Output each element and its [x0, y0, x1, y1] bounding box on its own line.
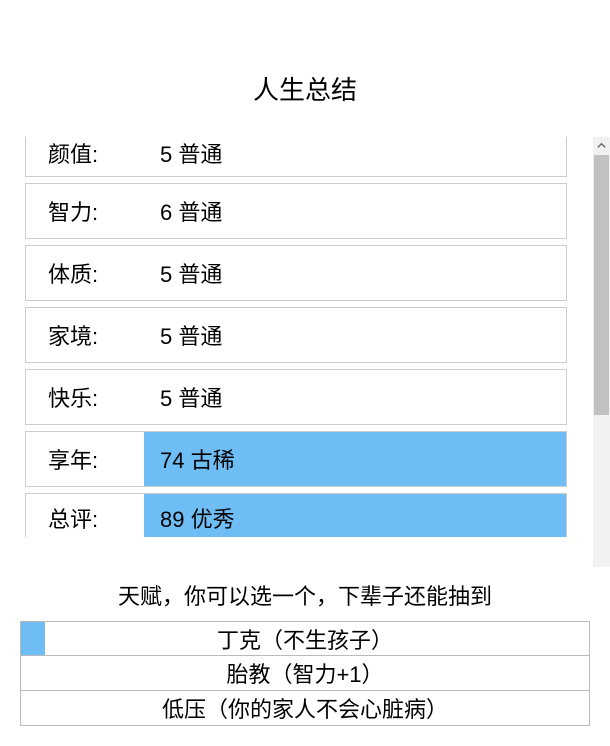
talent-label: 胎教（智力+1） [226, 657, 383, 689]
stat-label: 快乐: [26, 381, 144, 413]
stat-label: 总评: [26, 494, 144, 537]
stat-value: 5 普通 [144, 308, 566, 362]
scrollbar-up-icon[interactable] [593, 137, 610, 154]
stat-value: 6 普通 [144, 184, 566, 238]
stat-label: 享年: [26, 443, 144, 475]
talent-list: 丁克（不生孩子） 胎教（智力+1） 低压（你的家人不会心脏病） [0, 621, 610, 726]
stat-value: 74 古稀 [144, 432, 566, 486]
stat-value: 5 普通 [144, 246, 566, 300]
talent-item-dink[interactable]: 丁克（不生孩子） [20, 621, 590, 656]
stat-row-intelligence: 智力: 6 普通 [25, 183, 567, 239]
stat-label: 体质: [26, 257, 144, 289]
talent-label: 丁克（不生孩子） [217, 623, 393, 655]
stat-row-physique: 体质: 5 普通 [25, 245, 567, 301]
stat-value: 5 普通 [144, 370, 566, 424]
talent-item-prenatal[interactable]: 胎教（智力+1） [20, 656, 590, 691]
stats-scroll-area: 颜值: 5 普通 智力: 6 普通 体质: 5 普通 家境: 5 普通 快乐: … [0, 137, 610, 567]
stat-value: 89 优秀 [144, 494, 566, 537]
stat-row-happiness: 快乐: 5 普通 [25, 369, 567, 425]
stat-row-overall: 总评: 89 优秀 [25, 493, 567, 537]
talent-label: 低压（你的家人不会心脏病） [162, 692, 448, 724]
page-title: 人生总结 [0, 0, 610, 137]
stat-label: 智力: [26, 195, 144, 227]
talent-item-lowpressure[interactable]: 低压（你的家人不会心脏病） [20, 691, 590, 726]
stats-container: 颜值: 5 普通 智力: 6 普通 体质: 5 普通 家境: 5 普通 快乐: … [0, 137, 592, 537]
stat-label: 家境: [26, 319, 144, 351]
stat-row-age: 享年: 74 古稀 [25, 431, 567, 487]
scrollbar-track[interactable] [593, 137, 610, 567]
stat-row-appearance: 颜值: 5 普通 [25, 137, 567, 177]
stat-label: 颜值: [26, 137, 144, 176]
scrollbar-thumb[interactable] [594, 155, 609, 415]
stat-value: 5 普通 [144, 137, 566, 176]
talent-heading: 天赋，你可以选一个，下辈子还能抽到 [0, 567, 610, 621]
stat-row-family: 家境: 5 普通 [25, 307, 567, 363]
